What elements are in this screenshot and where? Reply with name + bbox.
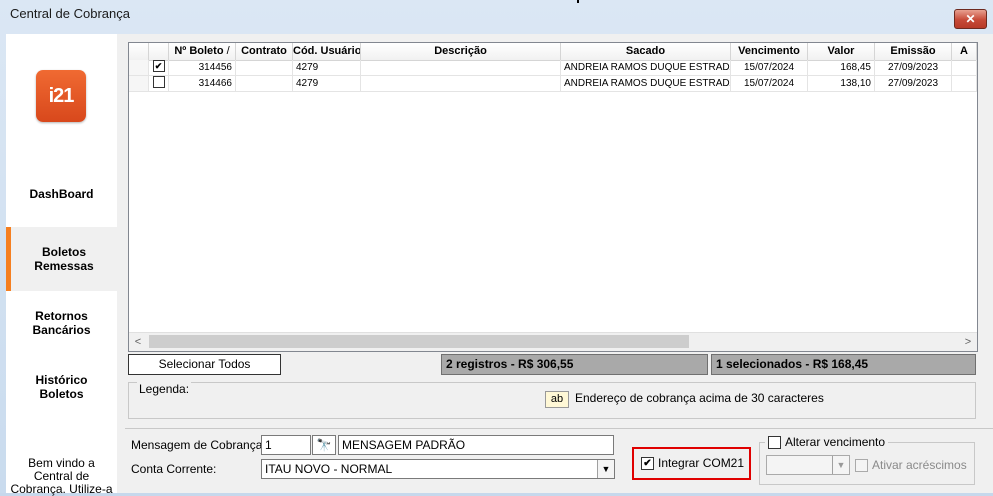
screen-artifact [577, 0, 579, 3]
conta-corrente-value: ITAU NOVO - NORMAL [265, 462, 393, 476]
legend-swatch: ab [545, 391, 569, 408]
legend-group: Legenda: ab Endereço de cobrança acima d… [128, 382, 976, 419]
column-header-label: Nº Boleto [174, 45, 224, 57]
sidebar-item-retornos-bancarios[interactable]: Retornos Bancários [6, 298, 117, 348]
select-all-button[interactable]: Selecionar Todos [128, 354, 281, 375]
sidebar-item-boletos-remessas[interactable]: Boletos Remessas [6, 227, 117, 291]
cell-contrato [236, 60, 293, 75]
sidebar-item-label: Boletos Remessas [34, 245, 94, 273]
integrar-label: Integrar COM21 [658, 456, 745, 470]
cell-sacado: ANDREIA RAMOS DUQUE ESTRADA E CU [561, 60, 731, 75]
close-button[interactable]: ✕ [954, 9, 987, 29]
cell-emissao: 27/09/2023 [875, 76, 952, 91]
column-header-boleto[interactable]: Nº Boleto / [169, 43, 236, 60]
sidebar-item-historico-boletos[interactable]: Histórico Boletos [6, 362, 117, 412]
column-header-vencimento[interactable]: Vencimento [731, 43, 808, 60]
alterar-vencimento-label: Alterar vencimento [785, 435, 886, 449]
cell-vencimento: 15/07/2024 [731, 76, 808, 91]
cell-cod-usuario: 4279 [293, 60, 361, 75]
conta-corrente-label: Conta Corrente: [131, 462, 217, 476]
sidebar-item-label: Histórico Boletos [35, 373, 88, 401]
chevron-down-icon[interactable]: ▼ [597, 460, 614, 478]
scroll-left-arrow[interactable]: < [129, 333, 147, 351]
main-window: Central de Cobrança ✕ i21 DashBoard Bole… [0, 0, 993, 496]
column-header-emissao[interactable]: Emissão [875, 43, 952, 60]
table-row[interactable]: 314466 4279 ANDREIA RAMOS DUQUE ESTRADA … [129, 76, 977, 92]
cell-emissao: 27/09/2023 [875, 60, 952, 75]
checkbox-box [855, 458, 868, 472]
column-header-valor[interactable]: Valor [808, 43, 875, 60]
selected-summary: 1 selecionados - R$ 168,45 [711, 354, 976, 375]
column-header-descricao[interactable]: Descrição [361, 43, 561, 60]
cell-descricao [361, 76, 561, 91]
alterar-vencimento-checkbox[interactable]: Alterar vencimento [765, 435, 889, 449]
sidebar-item-label: DashBoard [29, 187, 94, 201]
column-header-a[interactable]: A [952, 43, 977, 60]
cell-boleto: 314466 [169, 76, 236, 91]
sort-indicator: / [226, 45, 230, 57]
sidebar: i21 DashBoard Boletos Remessas Retornos … [6, 34, 117, 496]
column-header-select[interactable] [129, 43, 149, 60]
window-title: Central de Cobrança [10, 6, 130, 21]
ativar-acrescimos-checkbox[interactable]: Ativar acréscimos [855, 458, 967, 472]
cell-descricao [361, 60, 561, 75]
checkbox-box [768, 435, 781, 449]
row-checkbox[interactable] [152, 76, 165, 89]
legend-text: Endereço de cobrança acima de 30 caracte… [575, 391, 824, 405]
mensagem-text-field[interactable]: MENSAGEM PADRÃO [338, 435, 614, 455]
vencimento-date-picker[interactable]: ▼ [766, 455, 850, 475]
chevron-down-icon[interactable]: ▼ [832, 456, 849, 474]
sidebar-item-dashboard[interactable]: DashBoard [6, 179, 117, 209]
check-icon: ✔ [641, 456, 654, 470]
scroll-right-arrow[interactable]: > [959, 333, 977, 351]
integrar-com21-checkbox[interactable]: ✔ Integrar COM21 [641, 456, 744, 470]
column-header-cod-usuario[interactable]: Cód. Usuário [293, 43, 361, 60]
cell-vencimento: 15/07/2024 [731, 60, 808, 75]
legend-title: Legenda: [137, 382, 192, 396]
cell-valor: 138,10 [808, 76, 875, 91]
welcome-text: Bem vindo a Central de Cobrança. Utilize… [10, 456, 113, 496]
ativar-acrescimos-label: Ativar acréscimos [872, 458, 967, 472]
total-summary: 2 registros - R$ 306,55 [441, 354, 708, 375]
conta-corrente-select[interactable]: ITAU NOVO - NORMAL ▼ [261, 459, 615, 479]
column-header-check[interactable] [149, 43, 169, 60]
boletos-grid[interactable]: Nº Boleto / Contrato Cód. Usuário Descri… [128, 42, 978, 352]
sidebar-item-label: Retornos Bancários [32, 309, 91, 337]
mensagem-code-input[interactable]: 1 [261, 435, 311, 455]
row-checkbox[interactable]: ✔ [152, 60, 165, 73]
cell-cod-usuario: 4279 [293, 76, 361, 91]
client-area: i21 DashBoard Boletos Remessas Retornos … [6, 34, 993, 496]
table-row[interactable]: ✔ 314456 4279 ANDREIA RAMOS DUQUE ESTRAD… [129, 60, 977, 76]
bottom-panel: Mensagem de Cobrança: 1 🔭 MENSAGEM PADRÃ… [125, 428, 993, 494]
mensagem-label: Mensagem de Cobrança: [131, 438, 266, 452]
cell-boleto: 314456 [169, 60, 236, 75]
app-logo: i21 [36, 70, 86, 122]
grid-header: Nº Boleto / Contrato Cód. Usuário Descri… [129, 43, 977, 61]
binoculars-icon[interactable]: 🔭 [312, 435, 336, 455]
horizontal-scrollbar[interactable]: < > [129, 332, 977, 351]
cell-contrato [236, 76, 293, 91]
scroll-thumb[interactable] [149, 335, 689, 348]
cell-sacado: ANDREIA RAMOS DUQUE ESTRADA E CU [561, 76, 731, 91]
column-header-contrato[interactable]: Contrato [236, 43, 293, 60]
cell-valor: 168,45 [808, 60, 875, 75]
column-header-sacado[interactable]: Sacado [561, 43, 731, 60]
